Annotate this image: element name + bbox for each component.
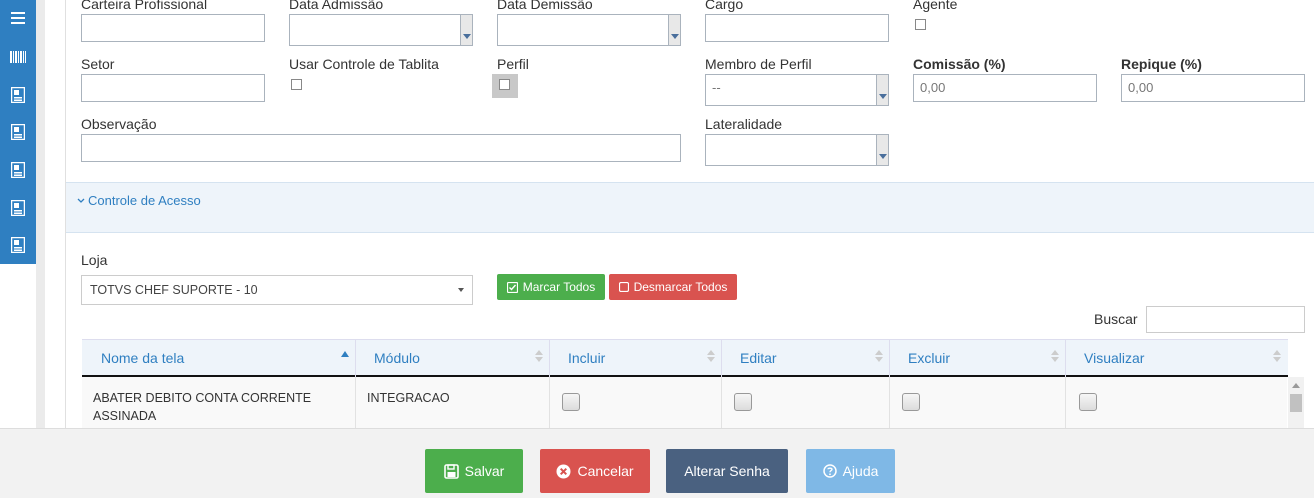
perfil-checkbox[interactable] [499,79,510,90]
demissao-label: Data Demissão [497,0,593,12]
scroll-thumb[interactable] [1290,394,1302,412]
barcode-icon[interactable] [0,42,36,72]
repique-label: Repique (%) [1121,56,1202,72]
th-incluir-label: Incluir [568,350,606,366]
row-modulo: INTEGRACAO [367,391,450,405]
repique-input[interactable]: 0,00 [1121,74,1305,102]
carteira-input[interactable] [81,14,265,42]
excluir-checkbox[interactable] [902,393,920,411]
table-scrollbar[interactable] [1288,377,1304,428]
cargo-label: Cargo [705,0,744,12]
row-nome-line2: ASSINADA [93,409,157,423]
demissao-select[interactable] [497,14,681,46]
setor-input[interactable] [81,74,265,102]
observacao-input[interactable] [81,134,681,162]
report-icon[interactable] [0,155,36,185]
help-icon [822,464,837,478]
lateralidade-select[interactable] [705,134,889,166]
admissao-select[interactable] [289,14,473,46]
th-excluir[interactable]: Excluir [890,339,1066,377]
report-icon[interactable] [0,117,36,147]
visualizar-checkbox[interactable] [1079,393,1097,411]
cancelar-label: Cancelar [577,463,634,479]
th-editar[interactable]: Editar [722,339,890,377]
cancelar-button[interactable]: Cancelar [540,449,650,493]
comissao-label: Comissão (%) [913,56,1006,72]
footer-bar: Salvar Cancelar Alterar Senha Ajuda [0,428,1314,498]
alterar-senha-button[interactable]: Alterar Senha [666,449,788,493]
th-nome-label: Nome da tela [101,350,185,366]
chevron-down-icon [876,135,888,165]
editar-checkbox[interactable] [734,393,752,411]
loja-select[interactable]: TOTVS CHEF SUPORTE - 10 [81,275,473,305]
save-icon [443,463,459,479]
report-icon[interactable] [0,80,36,110]
membro-select[interactable]: -- [705,74,889,106]
menu-icon[interactable] [0,3,36,33]
tablita-label: Usar Controle de Tablita [289,56,439,72]
admissao-label: Data Admissão [289,0,384,12]
ajuda-button[interactable]: Ajuda [806,449,895,493]
sort-icon [1051,350,1059,362]
section-title: Controle de Acesso [88,193,201,208]
membro-label: Membro de Perfil [705,56,812,72]
row-nome-line1: ABATER DEBITO CONTA CORRENTE [93,391,312,405]
salvar-button[interactable]: Salvar [425,449,523,493]
caret-down-icon [458,288,464,292]
alterar-senha-label: Alterar Senha [684,463,770,479]
desmarcar-todos-label: Desmarcar Todos [633,280,728,294]
salvar-label: Salvar [464,463,505,479]
loja-label: Loja [81,252,108,268]
membro-value: -- [712,80,721,95]
carteira-label: Carteira Profissional [81,0,208,12]
buscar-label: Buscar [1094,311,1138,327]
loja-value: TOTVS CHEF SUPORTE - 10 [90,283,258,297]
cargo-input[interactable] [705,14,889,42]
chevron-down-icon [668,15,680,45]
th-nome[interactable]: Nome da tela [83,339,356,377]
access-section-header[interactable]: Controle de Acesso [66,182,1314,233]
scroll-up-icon[interactable] [1292,383,1300,388]
th-modulo-label: Módulo [374,350,420,366]
setor-label: Setor [81,56,115,72]
sort-icon [875,350,883,362]
sort-icon [1273,350,1281,362]
th-incluir[interactable]: Incluir [550,339,722,377]
sort-asc-icon [341,351,349,357]
th-excluir-label: Excluir [908,350,951,366]
agente-label: Agente [913,0,958,12]
th-modulo[interactable]: Módulo [356,339,550,377]
ajuda-label: Ajuda [842,463,879,479]
sort-icon [707,350,715,362]
incluir-checkbox[interactable] [562,393,580,411]
report-icon[interactable] [0,193,36,223]
th-visualizar[interactable]: Visualizar [1066,339,1287,377]
perfil-label: Perfil [497,56,529,72]
sidebar [0,0,36,264]
chevron-down-icon [876,75,888,105]
tablita-checkbox[interactable] [291,79,302,90]
th-visualizar-label: Visualizar [1084,350,1145,366]
chevron-down-icon [77,198,85,203]
sort-icon [535,350,543,362]
desmarcar-todos-button[interactable]: Desmarcar Todos [609,274,737,300]
marcar-todos-button[interactable]: Marcar Todos [497,274,605,300]
observacao-label: Observação [81,116,157,132]
report-icon[interactable] [0,230,36,260]
buscar-input[interactable] [1146,306,1305,333]
square-icon [618,282,629,292]
sidebar-gutter [36,0,45,428]
chevron-down-icon [460,15,472,45]
close-circle-icon [556,464,571,478]
marcar-todos-label: Marcar Todos [522,280,596,294]
lateralidade-label: Lateralidade [705,116,783,132]
th-editar-label: Editar [740,350,777,366]
check-square-icon [506,281,518,293]
comissao-input[interactable]: 0,00 [913,74,1097,102]
agente-checkbox[interactable] [915,19,926,30]
